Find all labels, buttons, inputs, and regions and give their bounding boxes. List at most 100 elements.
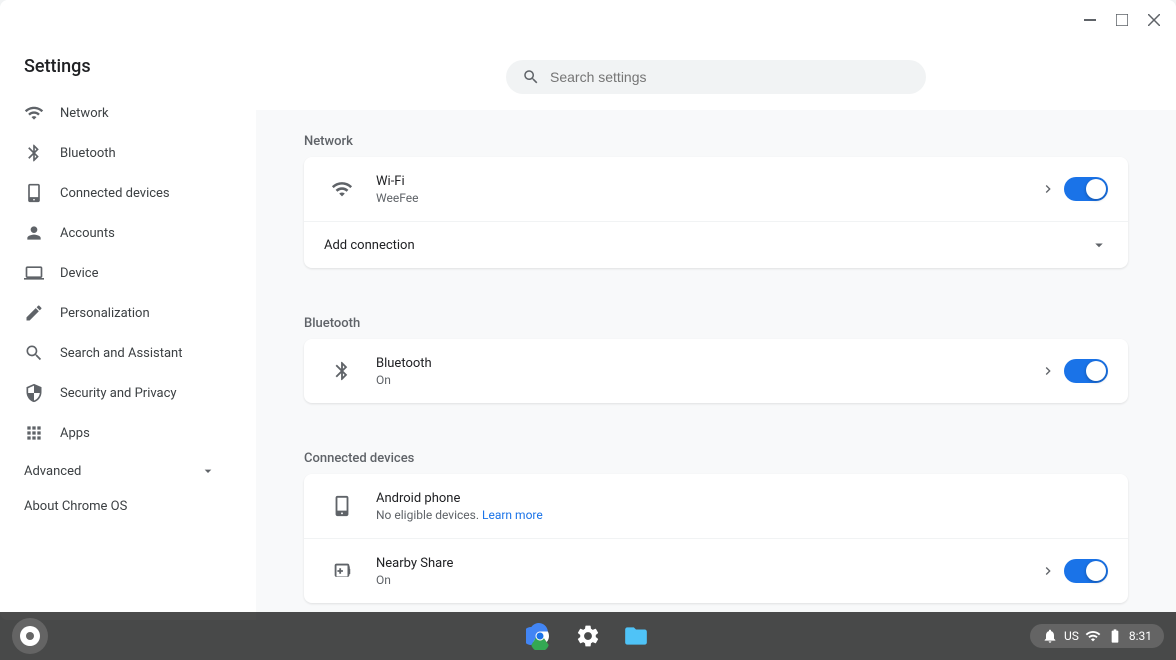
sidebar-advanced-label: Advanced [24, 464, 81, 479]
taskbar-settings-icon[interactable] [568, 616, 608, 656]
taskbar: US 8:31 [0, 612, 1176, 660]
wifi-title: Wi-Fi [376, 174, 1040, 189]
android-phone-icon [324, 488, 360, 524]
locale-label: US [1064, 629, 1079, 643]
taskbar-right: US 8:31 [1030, 624, 1164, 648]
sidebar-item-bluetooth[interactable]: Bluetooth [0, 133, 240, 173]
bluetooth-section-title: Bluetooth [304, 316, 1128, 331]
nearby-share-toggle[interactable] [1064, 559, 1108, 583]
wifi-subtitle: WeeFee [376, 191, 1040, 205]
nearby-share-icon [324, 553, 360, 589]
maximize-button[interactable] [1108, 6, 1136, 34]
bluetooth-row[interactable]: Bluetooth On [304, 339, 1128, 403]
title-bar-buttons [1076, 6, 1168, 34]
bluetooth-title: Bluetooth [376, 356, 1040, 371]
sidebar-item-apps-label: Apps [60, 426, 90, 441]
nearby-share-text: Nearby Share On [376, 556, 1040, 587]
bluetooth-card: Bluetooth On [304, 339, 1128, 403]
sidebar-item-network-label: Network [60, 106, 109, 121]
sidebar-item-search-assistant[interactable]: Search and Assistant [0, 333, 240, 373]
bluetooth-chevron-icon [1040, 363, 1056, 379]
bluetooth-icon [24, 143, 44, 163]
nearby-share-actions [1040, 559, 1108, 583]
add-connection-chevron-icon [1090, 236, 1108, 254]
android-phone-learn-more-link[interactable]: Learn more [482, 508, 543, 522]
wifi-row[interactable]: Wi-Fi WeeFee [304, 157, 1128, 222]
search-icon [522, 68, 540, 86]
sidebar-about-label: About Chrome OS [24, 499, 127, 514]
files-svg [623, 623, 649, 649]
launcher-icon [20, 626, 40, 646]
wifi-icon [24, 103, 44, 123]
bluetooth-subtitle: On [376, 373, 1040, 387]
nearby-share-title: Nearby Share [376, 556, 1040, 571]
sidebar-item-connected-devices[interactable]: Connected devices [0, 173, 240, 213]
search-bar-container [256, 40, 1176, 110]
taskbar-files-icon[interactable] [616, 616, 656, 656]
taskbar-chrome-icon[interactable] [520, 616, 560, 656]
android-phone-row[interactable]: Android phone No eligible devices. Learn… [304, 474, 1128, 539]
bluetooth-section: Bluetooth Bluetooth On [256, 292, 1176, 403]
apps-icon [24, 423, 44, 443]
wifi-toggle[interactable] [1064, 177, 1108, 201]
search-assistant-icon [24, 343, 44, 363]
bluetooth-actions [1040, 359, 1108, 383]
sidebar-item-personalization[interactable]: Personalization [0, 293, 240, 333]
add-connection-label: Add connection [324, 238, 415, 253]
sidebar-item-personalization-label: Personalization [60, 306, 150, 321]
connected-devices-section: Connected devices Android phone No eligi… [256, 427, 1176, 603]
sidebar-item-security-privacy-label: Security and Privacy [60, 386, 177, 401]
network-section-title: Network [304, 134, 1128, 149]
main-content: Network Wi-Fi WeeFee [256, 40, 1176, 620]
app-title: Settings [0, 40, 256, 93]
sidebar-item-device[interactable]: Device [0, 253, 240, 293]
sidebar-item-connected-devices-label: Connected devices [60, 186, 170, 201]
bluetooth-row-icon [324, 353, 360, 389]
wifi-row-text: Wi-Fi WeeFee [376, 174, 1040, 205]
android-phone-subtitle-text: No eligible devices. [376, 508, 479, 522]
connected-devices-card: Android phone No eligible devices. Learn… [304, 474, 1128, 603]
battery-icon [1107, 628, 1123, 644]
nearby-share-row[interactable]: Nearby Share On [304, 539, 1128, 603]
sidebar: Settings Network Bluetooth Con [0, 40, 256, 620]
sidebar-item-apps[interactable]: Apps [0, 413, 240, 453]
sidebar-item-security-privacy[interactable]: Security and Privacy [0, 373, 240, 413]
bluetooth-row-text: Bluetooth On [376, 356, 1040, 387]
android-phone-text: Android phone No eligible devices. Learn… [376, 491, 1108, 522]
connected-devices-section-title: Connected devices [304, 451, 1128, 466]
network-card: Wi-Fi WeeFee Add connection [304, 157, 1128, 268]
sidebar-item-network[interactable]: Network [0, 93, 240, 133]
title-bar [0, 0, 1176, 40]
bluetooth-toggle[interactable] [1064, 359, 1108, 383]
sidebar-item-device-label: Device [60, 266, 99, 281]
sidebar-item-bluetooth-label: Bluetooth [60, 146, 116, 161]
network-section: Network Wi-Fi WeeFee [256, 110, 1176, 268]
accounts-icon [24, 223, 44, 243]
advanced-chevron-icon [200, 463, 216, 479]
search-bar [506, 60, 926, 94]
nearby-share-chevron-icon [1040, 563, 1056, 579]
clock-label: 8:31 [1129, 629, 1152, 643]
minimize-button[interactable] [1076, 6, 1104, 34]
close-button[interactable] [1140, 6, 1168, 34]
content-area: Settings Network Bluetooth Con [0, 40, 1176, 620]
connected-devices-icon [24, 183, 44, 203]
launcher-button[interactable] [12, 618, 48, 654]
add-connection-row[interactable]: Add connection [304, 222, 1128, 268]
device-icon [24, 263, 44, 283]
wifi-row-icon [324, 171, 360, 207]
settings-gear-svg [575, 623, 601, 649]
status-notification-icon [1042, 628, 1058, 644]
sidebar-item-accounts-label: Accounts [60, 226, 115, 241]
sidebar-item-about[interactable]: About Chrome OS [0, 489, 256, 524]
sidebar-item-accounts[interactable]: Accounts [0, 213, 240, 253]
sidebar-item-advanced[interactable]: Advanced [0, 453, 240, 489]
settings-window: Settings Network Bluetooth Con [0, 0, 1176, 620]
taskbar-left [12, 618, 52, 654]
search-input[interactable] [550, 69, 910, 85]
wifi-actions [1040, 177, 1108, 201]
launcher-dot [26, 632, 34, 640]
security-privacy-icon [24, 383, 44, 403]
status-pill[interactable]: US 8:31 [1030, 624, 1164, 648]
wifi-status-icon [1085, 628, 1101, 644]
